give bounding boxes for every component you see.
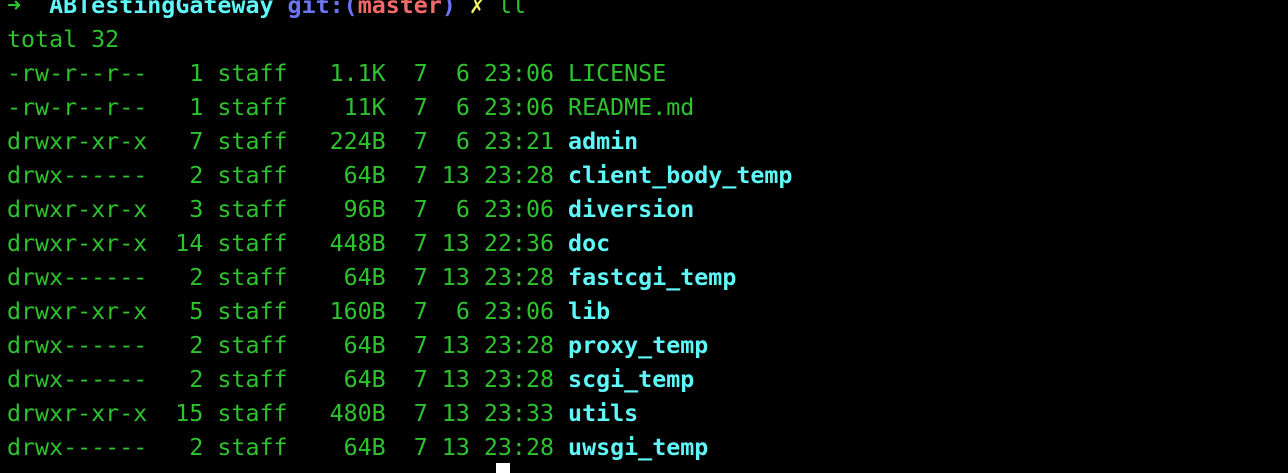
file-name: README.md	[568, 94, 695, 121]
file-meta: drwx------ 2 staff 64B 7 13 23:28	[7, 434, 569, 461]
file-row: drwxr-xr-x 5 staff 160B 7 6 23:06 lib	[7, 295, 792, 329]
file-row: -rw-r--r-- 1 staff 1.1K 7 6 23:06 LICENS…	[7, 57, 792, 91]
total-line: total 32	[7, 26, 120, 53]
file-meta: drwxr-xr-x 7 staff 224B 7 6 23:21	[7, 128, 569, 155]
file-meta: drwx------ 2 staff 64B 7 13 23:28	[7, 332, 569, 359]
prompt-directory: ABTestingGateway	[49, 0, 274, 19]
file-meta: drwx------ 2 staff 64B 7 13 23:28	[7, 264, 569, 291]
file-meta: drwxr-xr-x 15 staff 480B 7 13 23:33	[7, 400, 569, 427]
file-meta: drwx------ 2 staff 64B 7 13 23:28	[7, 366, 569, 393]
file-row: drwxr-xr-x 15 staff 480B 7 13 23:33 util…	[7, 397, 792, 431]
directory-name: admin	[568, 128, 639, 155]
file-row: drwx------ 2 staff 64B 7 13 23:28 fastcg…	[7, 261, 792, 295]
command-text: ll	[497, 0, 527, 19]
git-branch: master	[357, 0, 442, 19]
directory-name: proxy_temp	[568, 332, 709, 359]
file-row: drwxr-xr-x 14 staff 448B 7 13 22:36 doc	[7, 227, 792, 261]
directory-name: scgi_temp	[568, 366, 695, 393]
directory-name: client_body_temp	[568, 162, 793, 189]
git-dirty-icon: ✗	[469, 0, 484, 19]
file-name: LICENSE	[568, 60, 667, 87]
directory-name: fastcgi_temp	[568, 264, 737, 291]
file-row: drwxr-xr-x 7 staff 224B 7 6 23:21 admin	[7, 125, 792, 159]
prompt-arrow-icon: ➜	[7, 0, 22, 19]
file-row: -rw-r--r-- 1 staff 11K 7 6 23:06 README.…	[7, 91, 792, 125]
file-meta: -rw-r--r-- 1 staff 11K 7 6 23:06	[7, 94, 569, 121]
directory-name: diversion	[568, 196, 695, 223]
file-meta: drwxr-xr-x 5 staff 160B 7 6 23:06	[7, 298, 569, 325]
file-row: drwx------ 2 staff 64B 7 13 23:28 scgi_t…	[7, 363, 792, 397]
file-meta: -rw-r--r-- 1 staff 1.1K 7 6 23:06	[7, 60, 569, 87]
prompt-line: ➜ ABTestingGateway git:(master) ✗ ll	[7, 0, 792, 23]
terminal-output: ➜ ABTestingGateway git:(master) ✗ ll tot…	[7, 0, 792, 465]
terminal-cursor	[496, 463, 510, 473]
file-meta: drwxr-xr-x 14 staff 448B 7 13 22:36	[7, 230, 569, 257]
directory-name: doc	[568, 230, 611, 257]
directory-name: lib	[568, 298, 611, 325]
directory-name: uwsgi_temp	[568, 434, 709, 461]
git-prefix: git:(	[287, 0, 358, 19]
file-row: drwx------ 2 staff 64B 7 13 23:28 client…	[7, 159, 792, 193]
git-suffix: )	[441, 0, 456, 19]
file-row: drwx------ 2 staff 64B 7 13 23:28 proxy_…	[7, 329, 792, 363]
file-meta: drwx------ 2 staff 64B 7 13 23:28	[7, 162, 569, 189]
file-meta: drwxr-xr-x 3 staff 96B 7 6 23:06	[7, 196, 569, 223]
directory-name: utils	[568, 400, 639, 427]
file-row: drwx------ 2 staff 64B 7 13 23:28 uwsgi_…	[7, 431, 792, 465]
file-row: drwxr-xr-x 3 staff 96B 7 6 23:06 diversi…	[7, 193, 792, 227]
